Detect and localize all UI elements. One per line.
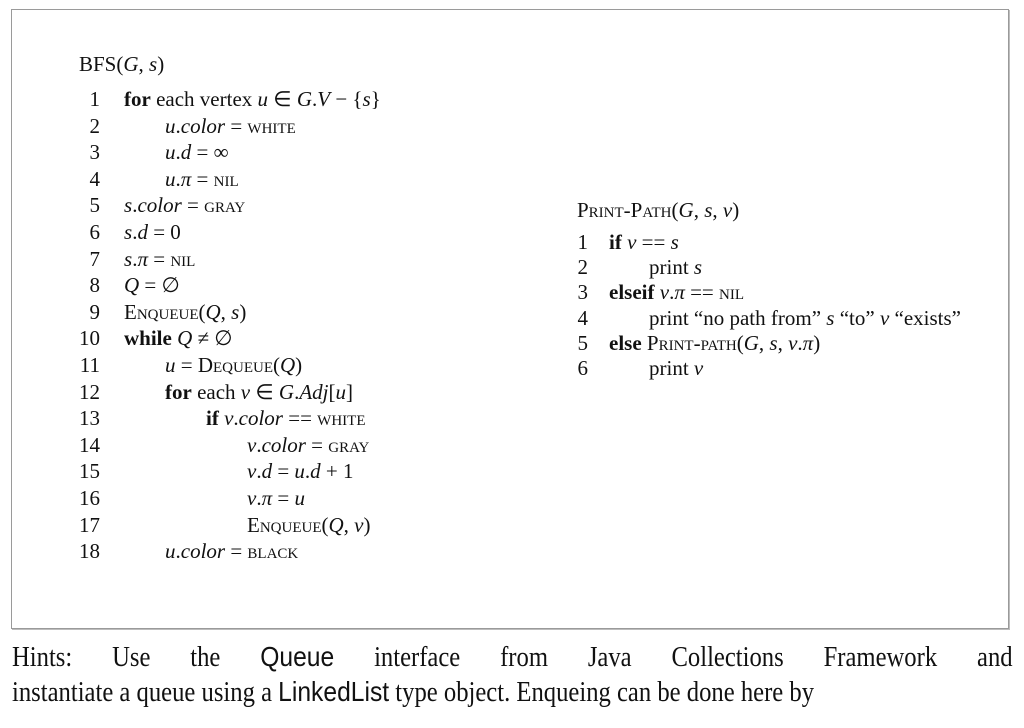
line-code: for each ν ∈ G.Adj[u] bbox=[165, 379, 354, 404]
line-code: print ν bbox=[649, 356, 704, 380]
hint-word: Queue bbox=[260, 641, 335, 672]
hints-paragraph: Hints: Use the Queue interface from Java… bbox=[12, 640, 1013, 710]
line-number: 3 bbox=[577, 280, 589, 305]
line-code: print s bbox=[649, 255, 703, 280]
line-number: 1 bbox=[577, 230, 589, 254]
line-code: elseif ν.π == nil bbox=[609, 280, 745, 305]
line-code: ν.π = u bbox=[247, 486, 305, 510]
line-number: 10 bbox=[79, 326, 100, 351]
line-number: 17 bbox=[79, 512, 100, 537]
line-code: Q = ∅ bbox=[124, 273, 180, 298]
line-number: 13 bbox=[79, 406, 100, 431]
line-code: for each vertex u ∈ G.V − {s} bbox=[124, 87, 381, 111]
line-code: if ν == s bbox=[609, 230, 679, 254]
line-code: if ν.color == white bbox=[206, 406, 366, 431]
line-code: Enqueue(Q, s) bbox=[124, 299, 247, 324]
line-number: 1 bbox=[89, 87, 101, 111]
bfs-title: BFS(G, s) bbox=[79, 52, 165, 76]
print-path-title: Print-Path(G, s, ν) bbox=[577, 198, 740, 222]
line-code: while Q ≠ ∅ bbox=[124, 326, 233, 351]
line-number: 9 bbox=[89, 299, 101, 324]
line-number: 6 bbox=[89, 220, 101, 244]
line-number: 2 bbox=[89, 113, 101, 138]
hint-word: the bbox=[190, 642, 221, 673]
line-code: else Print-path(G, s, ν.π) bbox=[609, 330, 821, 355]
line-number: 18 bbox=[79, 539, 100, 564]
hint-word: interface bbox=[374, 642, 461, 673]
line-code: u = Dequeue(Q) bbox=[165, 353, 303, 377]
hint-word: Java bbox=[587, 642, 632, 673]
line-code: print “no path from” s “to” ν “exists” bbox=[649, 305, 962, 330]
hint-word: Framework bbox=[823, 642, 938, 673]
line-code: Enqueue(Q, ν) bbox=[247, 512, 371, 537]
line-code: ν.d = u.d + 1 bbox=[247, 459, 354, 484]
line-code: s.π = nil bbox=[124, 246, 196, 271]
line-number: 4 bbox=[577, 305, 589, 330]
line-number: 4 bbox=[89, 166, 101, 191]
line-number: 5 bbox=[89, 193, 101, 218]
line-number: 3 bbox=[89, 140, 101, 165]
line-code: u.color = white bbox=[165, 113, 296, 138]
hint-word: Collections bbox=[671, 642, 784, 673]
line-number: 5 bbox=[577, 330, 589, 355]
line-number: 7 bbox=[89, 246, 101, 271]
line-number: 2 bbox=[577, 255, 589, 280]
line-code: u.π = nil bbox=[165, 166, 239, 191]
line-number: 11 bbox=[79, 353, 100, 377]
hint-word: Hints: bbox=[12, 642, 73, 673]
hint-word: and bbox=[977, 642, 1013, 673]
hints-line-2: instantiate a queue using a LinkedList t… bbox=[12, 676, 815, 708]
line-number: 14 bbox=[79, 432, 100, 457]
line-code: u.color = black bbox=[165, 539, 299, 564]
line-code: s.color = gray bbox=[124, 193, 246, 218]
line-code: u.d = ∞ bbox=[165, 140, 229, 165]
line-code: ν.color = gray bbox=[247, 432, 370, 457]
line-number: 12 bbox=[79, 379, 100, 404]
linkedlist-code: LinkedList bbox=[278, 676, 390, 707]
hint-word: from bbox=[500, 642, 548, 673]
hints-line-1: Hints: Use the Queue interface from Java… bbox=[12, 640, 1013, 675]
hint-word: Use bbox=[112, 642, 151, 673]
line-number: 16 bbox=[79, 486, 100, 510]
line-number: 15 bbox=[79, 459, 100, 484]
line-number: 8 bbox=[89, 273, 101, 298]
line-code: s.d = 0 bbox=[124, 220, 181, 244]
line-number: 6 bbox=[577, 356, 589, 380]
